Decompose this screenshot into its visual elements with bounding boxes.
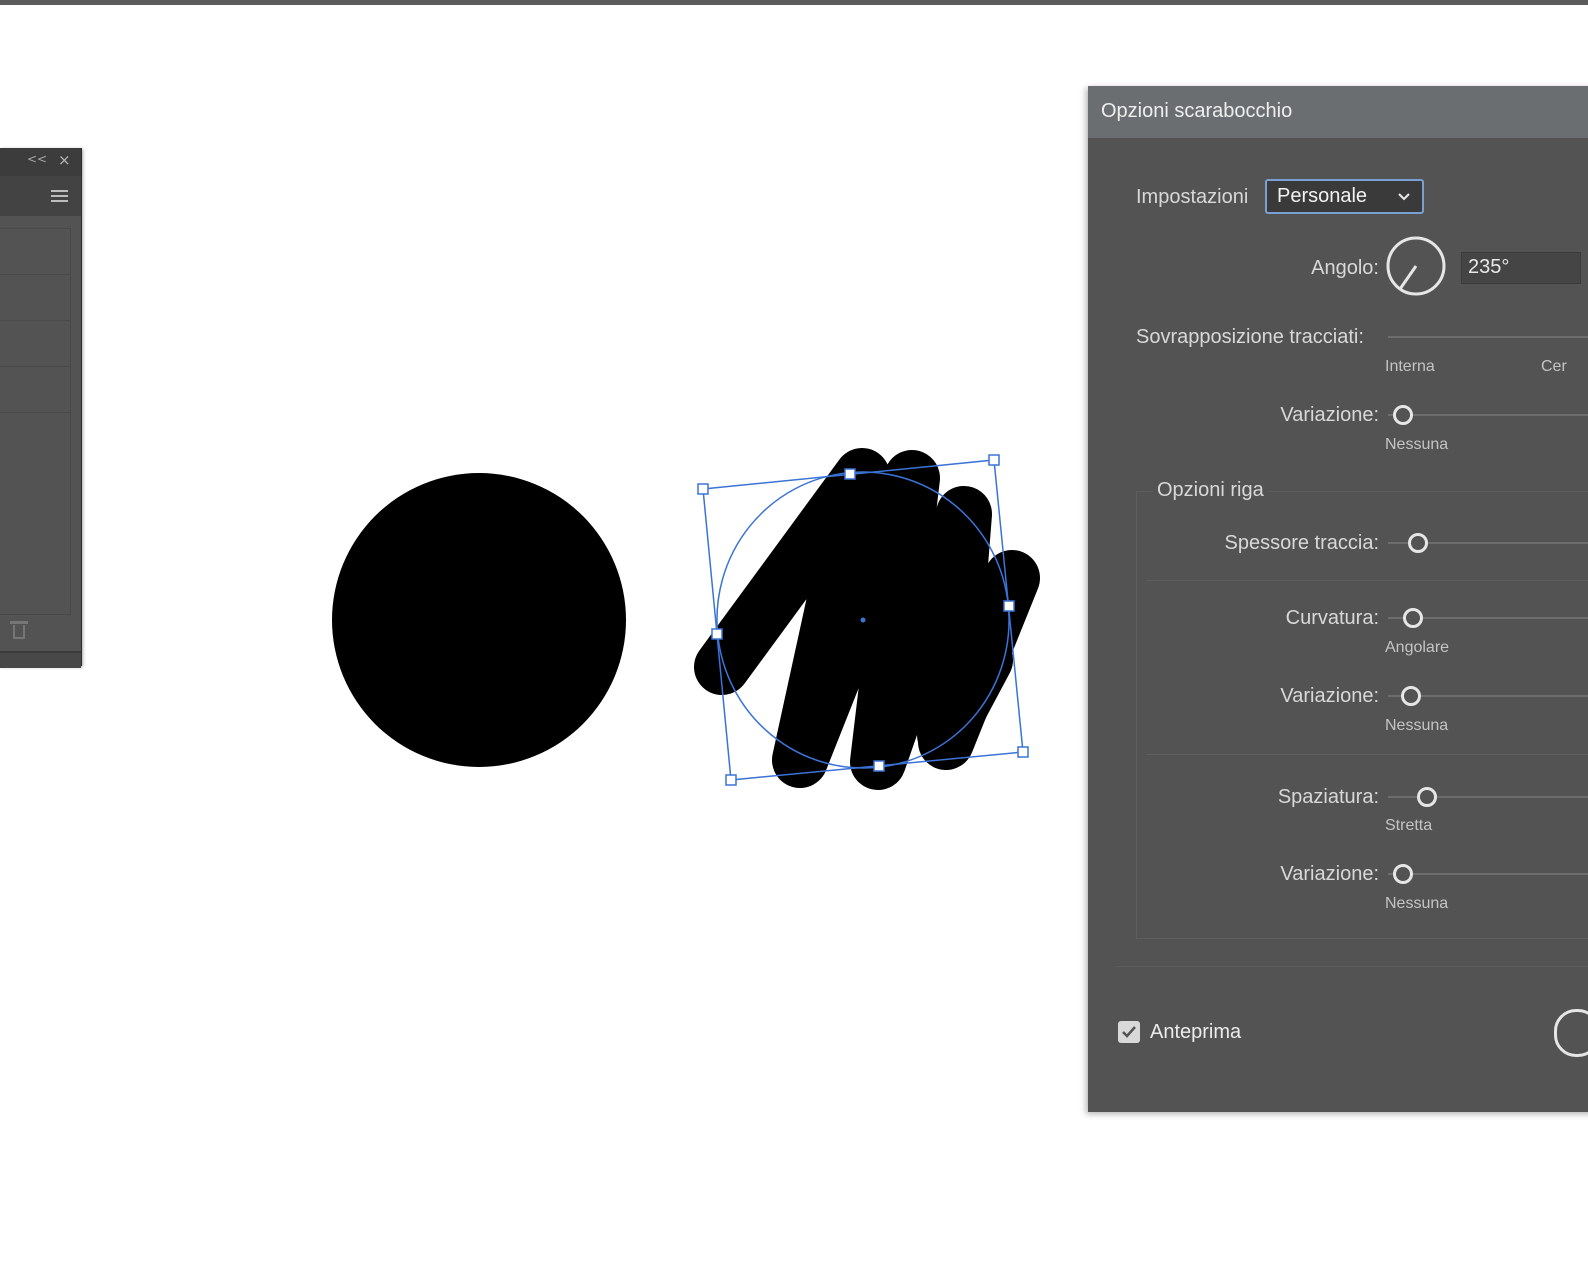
line-options-title: Opzioni riga <box>1153 479 1268 502</box>
settings-label: Impostazioni <box>1136 186 1249 208</box>
angle-dial[interactable] <box>1386 236 1446 296</box>
path-overlap-min-label: Interna <box>1385 358 1435 375</box>
spacing-variation-knob[interactable] <box>1393 864 1413 884</box>
curviness-knob[interactable] <box>1403 608 1423 628</box>
curviness-min-label: Angolare <box>1385 639 1450 656</box>
divider <box>1146 580 1588 581</box>
spacing-label: Spaziatura: <box>1277 786 1379 808</box>
path-overlap-slider[interactable] <box>1388 336 1588 338</box>
overlap-variation-slider[interactable] <box>1388 414 1588 416</box>
curviness-variation-label: Variazione: <box>1280 685 1379 707</box>
angle-input[interactable]: 235° <box>1461 252 1581 284</box>
preview-label[interactable]: Anteprima <box>1150 1021 1241 1044</box>
spacing-variation-label: Variazione: <box>1280 863 1379 885</box>
overlap-variation-knob[interactable] <box>1393 405 1413 425</box>
angle-value: 235° <box>1468 256 1510 278</box>
spacing-variation-min-label: Nessuna <box>1385 895 1449 912</box>
chevron-down-icon <box>1398 193 1410 201</box>
dialog-title: Opzioni scarabocchio <box>1101 100 1293 122</box>
solid-circle-shape[interactable] <box>332 473 626 767</box>
checkmark-icon <box>1122 1026 1136 1038</box>
settings-dropdown[interactable]: Personale <box>1265 179 1424 214</box>
settings-dropdown-value: Personale <box>1277 185 1368 207</box>
path-overlap-mid-label: Cer <box>1541 358 1567 375</box>
spacing-min-label: Stretta <box>1385 817 1433 834</box>
curviness-label: Curvatura: <box>1285 607 1379 629</box>
path-overlap-label: Sovrapposizione tracciati: <box>1136 326 1364 348</box>
stroke-width-label: Spessore traccia: <box>1224 532 1379 554</box>
overlap-variation-min-label: Nessuna <box>1385 436 1449 453</box>
angle-label: Angolo: <box>1311 257 1379 279</box>
curviness-variation-knob[interactable] <box>1401 686 1421 706</box>
stroke-width-knob[interactable] <box>1408 533 1428 553</box>
divider <box>1116 966 1588 967</box>
spacing-knob[interactable] <box>1417 787 1437 807</box>
scribble-options-dialog: Opzioni scarabocchio Impostazioni Person… <box>1088 86 1588 1112</box>
ok-button[interactable] <box>1554 1009 1588 1057</box>
spacing-variation-slider[interactable] <box>1388 873 1588 875</box>
dialog-title-bar[interactable]: Opzioni scarabocchio <box>1088 86 1588 138</box>
preview-checkbox[interactable] <box>1118 1021 1140 1043</box>
overlap-variation-label: Variazione: <box>1280 404 1379 426</box>
divider <box>1146 754 1588 755</box>
curviness-variation-min-label: Nessuna <box>1385 717 1449 734</box>
center-point <box>860 617 866 623</box>
